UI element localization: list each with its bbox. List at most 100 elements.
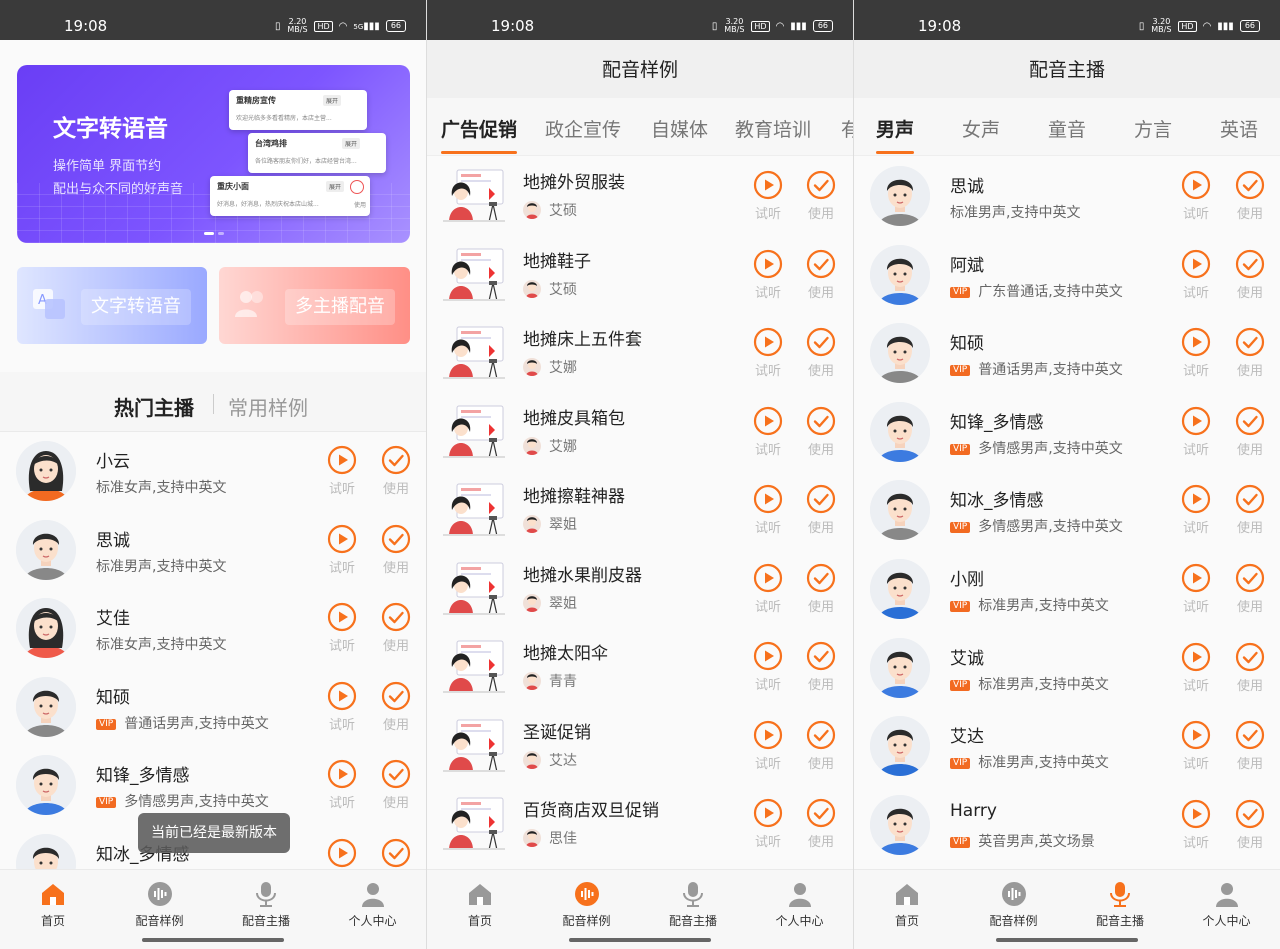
listen-button[interactable]: 试听 (1179, 249, 1213, 301)
category-tab[interactable]: 男声 (876, 115, 915, 154)
use-button[interactable]: 使用 (1233, 327, 1267, 379)
category-tab[interactable]: 自媒体 (651, 115, 708, 142)
listen-button[interactable]: 试听 (751, 170, 785, 222)
listen-button[interactable]: 试听 (751, 484, 785, 536)
tab-user[interactable]: 个人中心 (747, 880, 853, 929)
tab-soundwave[interactable]: 配音样例 (961, 880, 1067, 929)
category-tab[interactable]: 童音 (1048, 115, 1086, 142)
list-item[interactable]: 地摊擦鞋神器 翠姐 试听 使用 (427, 480, 853, 559)
use-button[interactable]: 使用 (1233, 170, 1267, 222)
category-tab-label: 童音 (1048, 119, 1087, 141)
use-button[interactable]: 使用 (1233, 563, 1267, 615)
multi-anchor-card[interactable]: 多主播配音 (219, 267, 410, 344)
listen-button[interactable]: 试听 (751, 641, 785, 693)
tts-banner[interactable]: 文字转语音 操作简单 界面节约 配出与众不同的好声音 重精房宣传 展开 欢迎光临… (17, 65, 410, 243)
listen-button[interactable]: 试听 (325, 759, 359, 811)
use-button[interactable]: 使用 (379, 838, 413, 870)
list-item[interactable]: 阿斌 VIP 广东普通话,支持中英文 试听 使用 (854, 244, 1280, 324)
list-item[interactable]: 小云 标准女声,支持中英文 试听 使用 (0, 441, 426, 520)
list-item[interactable]: 思诚 标准男声,支持中英文 试听 使用 (854, 166, 1280, 245)
listen-button[interactable]: 试听 (751, 720, 785, 772)
list-item[interactable]: 艾诚 VIP 标准男声,支持中英文 试听 使用 (854, 637, 1280, 717)
tab-home[interactable]: 首页 (427, 880, 533, 929)
listen-button[interactable]: 试听 (1179, 484, 1213, 536)
listen-button[interactable]: 试听 (325, 838, 359, 870)
list-item[interactable]: 百货商店双旦促销 思佳 试听 使用 (427, 794, 853, 869)
use-button[interactable]: 使用 (1233, 642, 1267, 694)
list-item[interactable]: 艾佳 标准女声,支持中英文 试听 使用 (0, 598, 426, 677)
listen-button[interactable]: 试听 (1179, 799, 1213, 851)
list-item[interactable]: 地摊皮具箱包 艾娜 试听 使用 (427, 402, 853, 481)
tab-home[interactable]: 首页 (854, 880, 960, 929)
listen-button[interactable]: 试听 (1179, 170, 1213, 222)
category-tab[interactable]: 教育培训 (735, 115, 811, 142)
use-button[interactable]: 使用 (804, 641, 838, 693)
listen-button[interactable]: 试听 (325, 445, 359, 497)
listen-button[interactable]: 试听 (751, 406, 785, 458)
use-button[interactable]: 使用 (804, 249, 838, 301)
list-item[interactable]: 知硕 VIP 普通话男声,支持中英文 试听 使用 (0, 676, 426, 756)
use-button[interactable]: 使用 (804, 798, 838, 850)
use-button[interactable]: 使用 (804, 327, 838, 379)
tab-common-samples[interactable]: 常用样例 (228, 392, 308, 421)
tab-microphone[interactable]: 配音主播 (1067, 880, 1173, 929)
list-item[interactable]: 圣诞促销 艾达 试听 使用 (427, 716, 853, 795)
tab-soundwave[interactable]: 配音样例 (534, 880, 640, 929)
tab-user[interactable]: 个人中心 (1174, 880, 1280, 929)
tab-microphone[interactable]: 配音主播 (213, 880, 319, 929)
listen-button[interactable]: 试听 (751, 798, 785, 850)
tab-home[interactable]: 首页 (0, 880, 106, 929)
listen-button[interactable]: 试听 (1179, 642, 1213, 694)
listen-button[interactable]: 试听 (1179, 563, 1213, 615)
tab-user[interactable]: 个人中心 (320, 880, 426, 929)
listen-button[interactable]: 试听 (325, 524, 359, 576)
tab-microphone[interactable]: 配音主播 (640, 880, 746, 929)
use-button[interactable]: 使用 (379, 524, 413, 576)
listen-button[interactable]: 试听 (751, 563, 785, 615)
use-button[interactable]: 使用 (379, 445, 413, 497)
category-tab[interactable]: 广告促销 (441, 115, 518, 154)
use-button[interactable]: 使用 (379, 681, 413, 733)
microphone-icon (256, 882, 276, 907)
use-button[interactable]: 使用 (1233, 484, 1267, 536)
category-tab[interactable]: 英语 (1220, 115, 1258, 142)
list-item[interactable]: 知硕 VIP 普通话男声,支持中英文 试听 使用 (854, 323, 1280, 402)
use-button[interactable]: 使用 (804, 563, 838, 615)
tab-popular-anchors[interactable]: 热门主播 (114, 392, 194, 421)
listen-button[interactable]: 试听 (325, 681, 359, 733)
use-button[interactable]: 使用 (1233, 406, 1267, 458)
list-item[interactable]: 小刚 VIP 标准男声,支持中英文 试听 使用 (854, 559, 1280, 638)
avatar (16, 755, 76, 815)
use-button[interactable]: 使用 (379, 759, 413, 811)
use-button[interactable]: 使用 (804, 720, 838, 772)
list-item[interactable]: 思诚 标准男声,支持中英文 试听 使用 (0, 519, 426, 599)
list-item[interactable]: 艾达 VIP 标准男声,支持中英文 试听 使用 (854, 716, 1280, 795)
listen-button[interactable]: 试听 (751, 249, 785, 301)
list-item[interactable]: 地摊鞋子 艾硕 试听 使用 (427, 245, 853, 324)
listen-button[interactable]: 试听 (1179, 720, 1213, 772)
use-button[interactable]: 使用 (804, 484, 838, 536)
use-button[interactable]: 使用 (379, 602, 413, 654)
list-item[interactable]: 地摊外贸服装 艾硕 试听 使用 (427, 166, 853, 245)
category-tab[interactable]: 方言 (1134, 115, 1172, 142)
listen-button[interactable]: 试听 (1179, 406, 1213, 458)
use-button[interactable]: 使用 (804, 170, 838, 222)
listen-button[interactable]: 试听 (325, 602, 359, 654)
category-tab[interactable]: 女声 (962, 115, 1000, 142)
use-button[interactable]: 使用 (1233, 249, 1267, 301)
list-item[interactable]: 知锋_多情感 VIP 多情感男声,支持中英文 试听 使用 (854, 401, 1280, 481)
category-tab[interactable]: 有 (841, 115, 853, 142)
listen-button[interactable]: 试听 (1179, 327, 1213, 379)
list-item[interactable]: 知冰_多情感 VIP 多情感男声,支持中英文 试听 使用 (854, 480, 1280, 559)
tab-soundwave[interactable]: 配音样例 (107, 880, 213, 929)
list-item[interactable]: Harry VIP 英音男声,英文场景 试听 使用 (854, 794, 1280, 869)
use-button[interactable]: 使用 (1233, 799, 1267, 851)
list-item[interactable]: 地摊床上五件套 艾娜 试听 使用 (427, 323, 853, 402)
use-button[interactable]: 使用 (1233, 720, 1267, 772)
tts-card[interactable]: A 文字转语音 (17, 267, 207, 344)
listen-button[interactable]: 试听 (751, 327, 785, 379)
use-button[interactable]: 使用 (804, 406, 838, 458)
category-tab[interactable]: 政企宣传 (545, 115, 621, 142)
list-item[interactable]: 地摊太阳伞 青青 试听 使用 (427, 637, 853, 716)
list-item[interactable]: 地摊水果削皮器 翠姐 试听 使用 (427, 559, 853, 638)
